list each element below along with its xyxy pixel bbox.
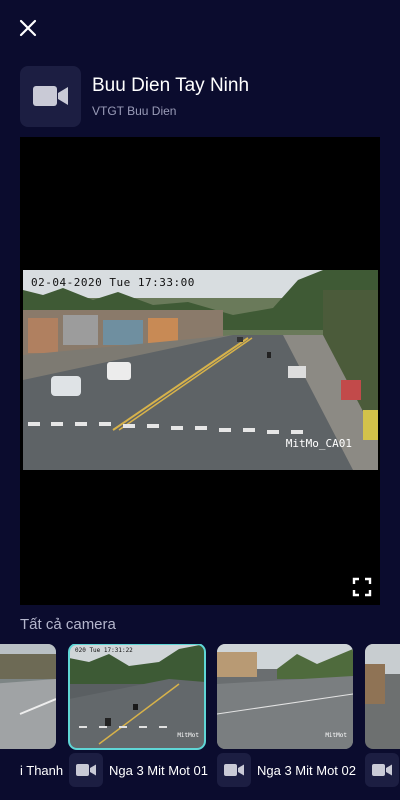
fullscreen-button[interactable] (350, 575, 374, 599)
video-camera-icon (224, 764, 244, 776)
camera-caption[interactable] (365, 752, 399, 788)
camera-caption-icon-tile (217, 753, 251, 787)
camera-caption[interactable]: Nga 3 Mit Mot 02 (217, 752, 356, 788)
camera-caption[interactable]: i Thanh (20, 752, 63, 788)
live-video-feed: 02-04-2020 Tue 17:33:00 MitMo_CA01 (23, 270, 378, 470)
video-camera-icon (76, 764, 96, 776)
camera-avatar (20, 65, 81, 127)
camera-caption[interactable]: Nga 3 Mit Mot 01 (69, 752, 208, 788)
all-cameras-heading: Tất cả camera (20, 616, 116, 633)
fullscreen-icon (352, 577, 372, 597)
thumbnail-watermark: MitMot (177, 732, 199, 739)
camera-thumbnail[interactable]: MitMot (217, 644, 353, 749)
camera-thumbnail[interactable] (365, 644, 400, 749)
camera-title: Buu Dien Tay Ninh (92, 75, 250, 96)
video-camera-icon (372, 764, 392, 776)
close-icon (19, 19, 37, 37)
thumbnail-watermark: MitMot (325, 732, 347, 739)
camera-name: Nga 3 Mit Mot 02 (257, 762, 356, 778)
camera-list[interactable]: i Thanh 020 Tue 17:31:22 MitMot Nga 3 Mi… (0, 644, 400, 794)
camera-thumbnail[interactable] (0, 644, 56, 749)
video-watermark: MitMo_CA01 (285, 437, 352, 450)
video-player[interactable]: 02-04-2020 Tue 17:33:00 MitMo_CA01 (20, 137, 380, 605)
camera-name: Nga 3 Mit Mot 01 (109, 762, 208, 778)
camera-caption-icon-tile (69, 753, 103, 787)
camera-thumbnail-selected[interactable]: 020 Tue 17:31:22 MitMot (68, 644, 206, 750)
close-button[interactable] (14, 14, 42, 42)
video-camera-icon (32, 86, 68, 106)
video-timestamp: 02-04-2020 Tue 17:33:00 (31, 276, 195, 289)
camera-header: Buu Dien Tay Ninh VTGT Buu Dien (20, 65, 380, 127)
camera-name: i Thanh (20, 762, 64, 778)
camera-subtitle: VTGT Buu Dien (92, 104, 177, 118)
thumbnail-timestamp: 020 Tue 17:31:22 (75, 647, 133, 654)
camera-caption-icon-tile (365, 753, 399, 787)
